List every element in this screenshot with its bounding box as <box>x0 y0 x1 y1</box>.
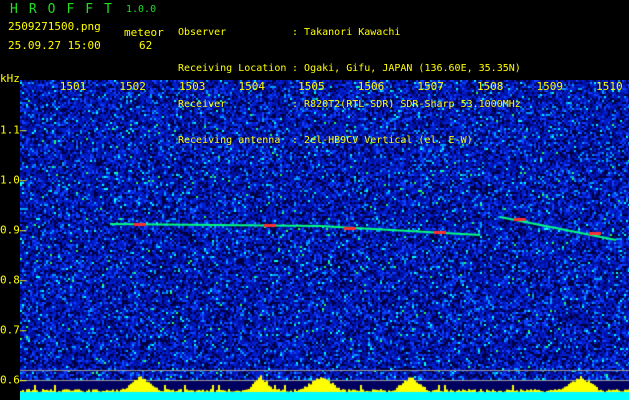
info-antenna: Receiving antenna: 2el-HB9CV Vertical (e… <box>178 135 521 147</box>
y-tick-label: 0.6– <box>0 374 27 387</box>
datetime: 25.09.27 15:00 <box>8 40 101 52</box>
info-value: Takanori Kawachi <box>304 27 400 39</box>
app-version: 1.0.0 <box>126 4 156 16</box>
y-axis-label: kHz <box>0 73 20 85</box>
y-tick-label: 0.9– <box>0 224 27 237</box>
x-tick-label: 1501 <box>60 80 87 93</box>
y-tick-label: 0.7– <box>0 324 27 337</box>
app-logo: HROFFT <box>10 4 123 16</box>
y-tick-label: 1.0– <box>0 174 27 187</box>
info-label: Receiving Location <box>178 63 292 75</box>
y-tick-label: 1.1– <box>0 124 27 137</box>
x-tick-label: 1510 <box>596 80 623 93</box>
x-tick-label: 1502 <box>119 80 146 93</box>
info-observer: Observer: Takanori Kawachi <box>178 27 521 39</box>
info-value: R820T2(RTL-SDR) SDR-Sharp 53.1000MHz <box>304 99 521 111</box>
file-name: 2509271500.png <box>8 21 101 33</box>
info-label: Receiver <box>178 99 292 111</box>
info-label: Receiving antenna <box>178 135 292 147</box>
info-location: Receiving Location: Ogaki, Gifu, JAPAN (… <box>178 63 521 75</box>
meteor-count: 62 <box>139 40 152 52</box>
info-receiver: Receiver: R820T2(RTL-SDR) SDR-Sharp 53.1… <box>178 99 521 111</box>
info-value: Ogaki, Gifu, JAPAN (136.60E, 35.35N) <box>304 63 521 75</box>
info-label: Observer <box>178 27 292 39</box>
x-tick-label: 1509 <box>537 80 564 93</box>
station-info: Observer: Takanori Kawachi Receiving Loc… <box>178 3 521 159</box>
y-tick-label: 0.8– <box>0 274 27 287</box>
info-value: 2el-HB9CV Vertical (el. E-W) <box>304 135 473 147</box>
meteor-label: meteor <box>124 27 164 39</box>
